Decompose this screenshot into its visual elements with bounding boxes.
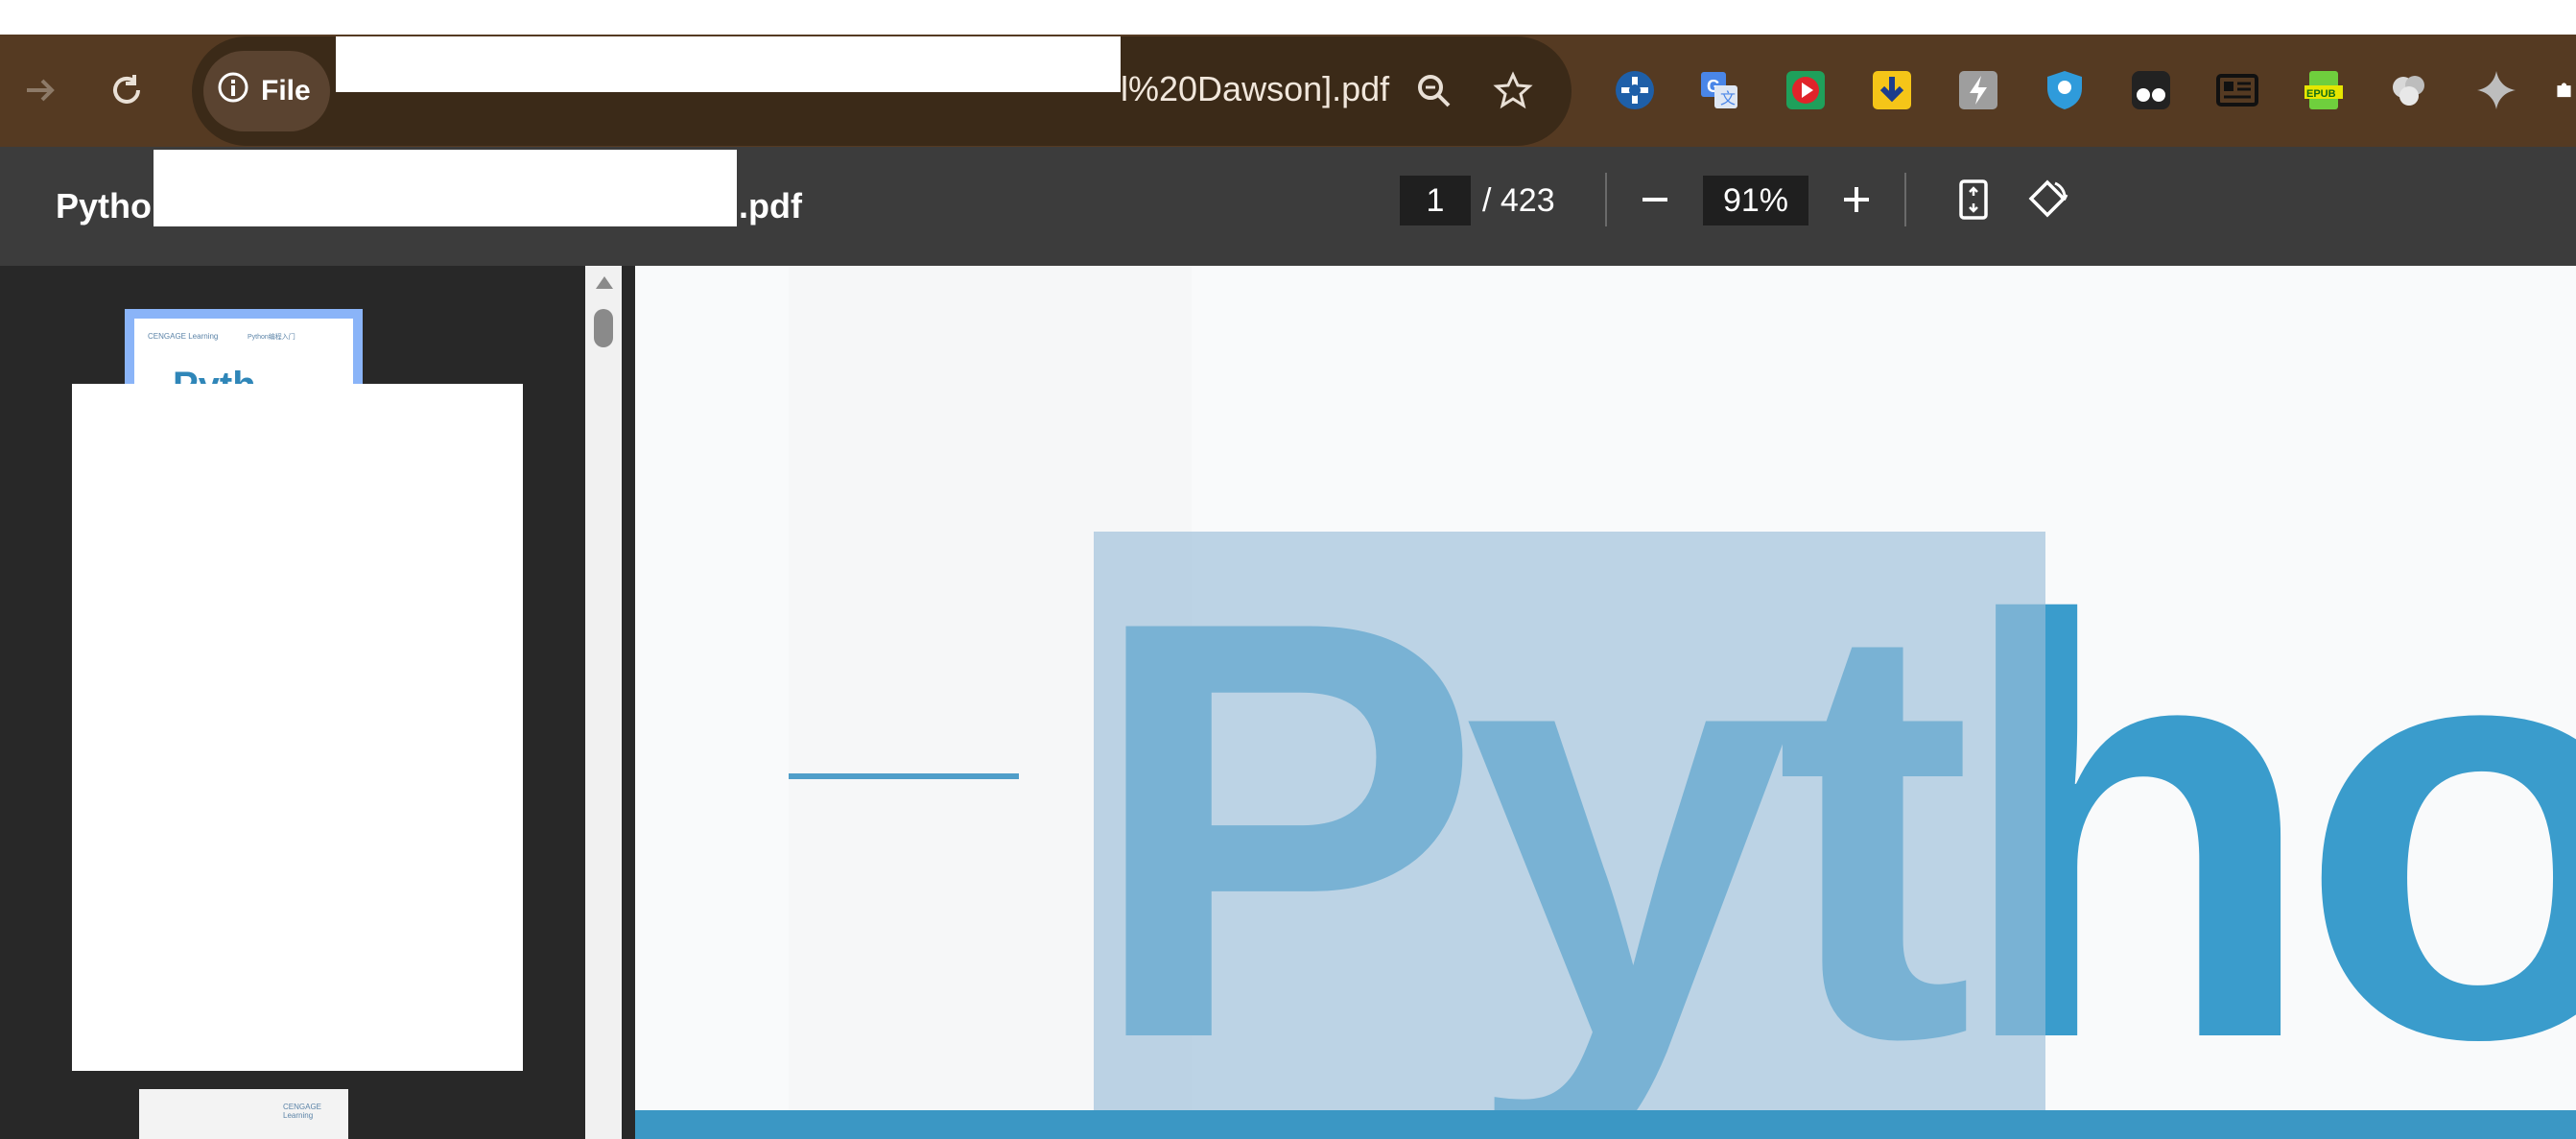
info-icon <box>217 71 249 111</box>
cover-page: Python <box>635 266 2576 1139</box>
ext-cross-icon[interactable] <box>1606 61 1664 119</box>
puzzle-icon[interactable] <box>2552 61 2576 119</box>
svg-text:EPUB: EPUB <box>2306 88 2336 100</box>
zoom-icon[interactable] <box>1401 58 1468 125</box>
text-selection-highlight <box>1094 532 2045 1125</box>
pdf-toolbar: Python .pdf 1 / 423 91% <box>0 147 2576 266</box>
thumbnail-cover: CENGAGE Learning Python编程入门 Pyth <box>134 319 353 391</box>
top-strip <box>0 0 2576 35</box>
address-bar[interactable]: File l%20Dawson].pdf <box>192 36 1572 146</box>
scroll-up-arrow-icon[interactable] <box>594 273 615 296</box>
shield-icon[interactable] <box>2036 61 2093 119</box>
thumbnail-scrollbar[interactable] <box>585 266 622 1139</box>
fit-page-icon[interactable] <box>1944 170 2003 229</box>
download-icon[interactable] <box>1863 61 1921 119</box>
zoom-out-button[interactable] <box>1625 170 1685 229</box>
circles-icon[interactable] <box>2381 61 2439 119</box>
title-redaction <box>154 150 737 226</box>
site-info-chip[interactable]: File <box>203 51 330 131</box>
sparkle-icon[interactable] <box>2468 61 2525 119</box>
reload-icon[interactable] <box>88 52 165 129</box>
zoom-level-input[interactable]: 91% <box>1703 176 1808 225</box>
pdf-page-view[interactable]: Python <box>635 266 2576 1139</box>
thumbnail-redaction <box>72 384 523 1071</box>
page-thumbnail[interactable]: CENGAGE Learning <box>139 1089 348 1139</box>
toolbar-divider <box>1605 173 1607 226</box>
star-icon[interactable] <box>1479 58 1547 125</box>
video-play-icon[interactable] <box>1777 61 1834 119</box>
rotate-icon[interactable] <box>2019 170 2078 229</box>
reader-icon[interactable] <box>2209 61 2266 119</box>
toolbar-divider <box>1904 173 1906 226</box>
cover-bottom-band <box>635 1110 2576 1139</box>
google-translate-icon[interactable]: G文 <box>1690 61 1748 119</box>
svg-text:文: 文 <box>1720 90 1736 107</box>
goggles-icon[interactable] <box>2122 61 2180 119</box>
page-total: / 423 <box>1482 182 1555 219</box>
epub-icon[interactable]: EPUB <box>2295 61 2352 119</box>
bolt-icon[interactable] <box>1950 61 2007 119</box>
zoom-in-button[interactable] <box>1827 170 1886 229</box>
scrollbar-thumb[interactable] <box>594 309 613 347</box>
page-thumbnail-selected[interactable]: CENGAGE Learning Python编程入门 Pyth <box>125 309 363 391</box>
page-number-input[interactable]: 1 <box>1400 176 1471 225</box>
thumbnail-sidebar: CENGAGE Learning Python编程入门 Pyth CENGAGE… <box>0 266 585 1139</box>
thumbnail-logo: CENGAGE Learning <box>148 332 219 341</box>
browser-toolbar: File l%20Dawson].pdf G文 EPUB <box>0 35 2576 147</box>
back-arrow-icon[interactable] <box>2 52 79 129</box>
cover-rule <box>789 773 1019 779</box>
thumbnail-cn-text: Python编程入门 <box>248 334 295 341</box>
thumbnail-logo: CENGAGE Learning <box>283 1103 322 1120</box>
url-text[interactable]: l%20Dawson].pdf <box>1121 56 1389 123</box>
url-redaction <box>336 36 1121 92</box>
panel-divider <box>622 266 635 1139</box>
chip-label: File <box>261 75 311 107</box>
document-title-suffix: .pdf <box>739 186 802 225</box>
